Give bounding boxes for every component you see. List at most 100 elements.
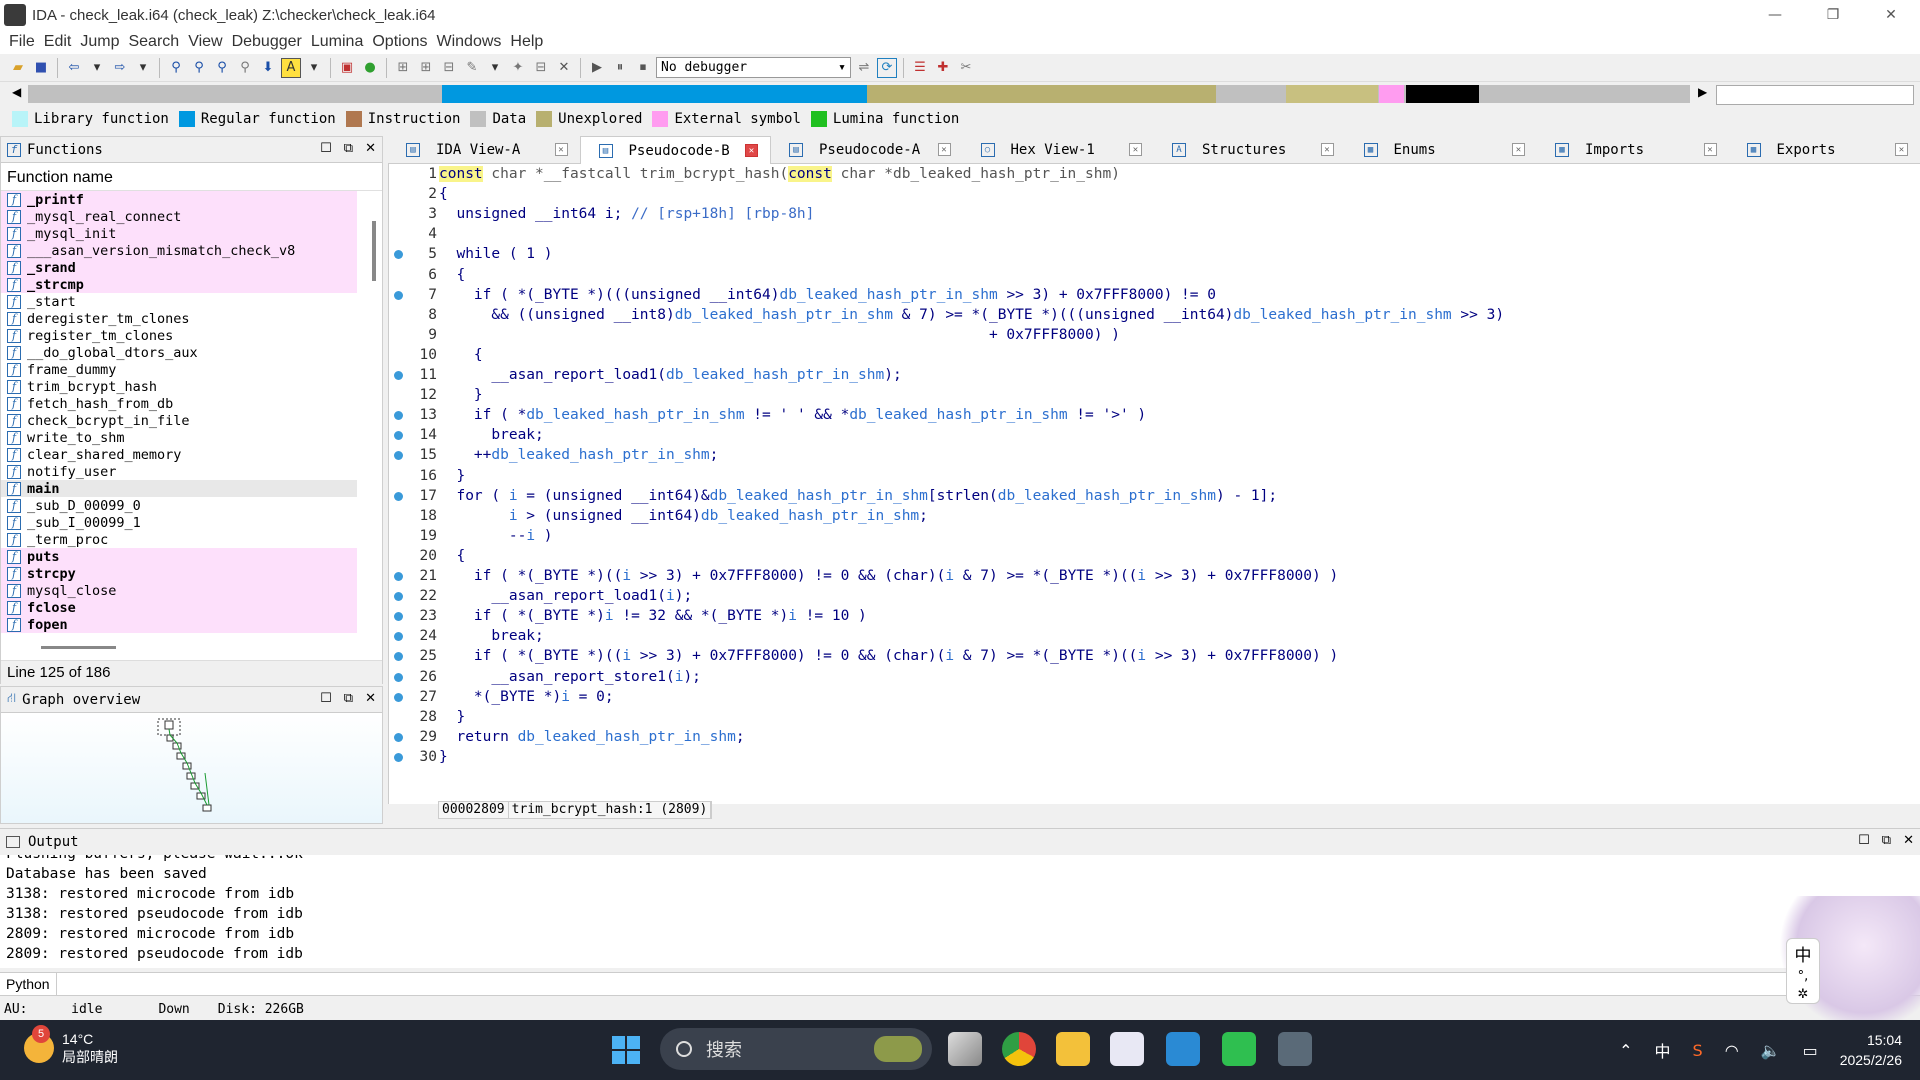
code-line[interactable]: 14 break; [389,425,1920,445]
code-line[interactable]: 28 } [389,707,1920,727]
code-line[interactable]: 30} [389,747,1920,767]
taskbar-search[interactable]: 搜索 [660,1028,932,1070]
code-line[interactable]: 25 if ( *(_BYTE *)((i >> 3) + 0x7FFF8000… [389,646,1920,666]
chrome-icon[interactable] [1002,1032,1036,1066]
search-text-icon[interactable]: ⚲ [189,58,209,78]
chevron-down-icon[interactable]: ▾ [87,58,107,78]
function-row[interactable]: f _term_proc [1,531,357,548]
code-line[interactable]: 27 *(_BYTE *)i = 0; [389,687,1920,707]
code-line[interactable]: 10 { [389,345,1920,365]
close-icon[interactable]: ✕ [365,691,376,706]
volume-icon[interactable]: 🔈 [1761,1041,1781,1060]
breakpoint-dot-icon[interactable] [394,752,403,762]
close-tab-icon[interactable]: ✕ [745,144,758,157]
maximize-icon[interactable]: ☐ [320,141,332,156]
function-row[interactable]: f frame_dummy [1,361,357,378]
menu-help[interactable]: Help [510,33,543,51]
plugin-icon[interactable]: ✦ [508,58,528,78]
code-line[interactable]: 15 ++db_leaked_hash_ptr_in_shm; [389,445,1920,465]
add-breakpoint-icon[interactable]: ✚ [933,58,953,78]
binoculars-icon[interactable]: ⚲ [166,58,186,78]
function-row[interactable]: f _sub_D_00099_0 [1,497,357,514]
debugger-select[interactable]: No debugger ▾ [656,57,851,78]
breakpoint-dot-icon[interactable] [394,431,403,441]
close-tab-icon[interactable]: ✕ [1895,143,1908,156]
code-line[interactable]: 11 __asan_report_load1(db_leaked_hash_pt… [389,365,1920,385]
function-row[interactable]: f ___asan_version_mismatch_check_v8 [1,242,357,259]
wifi-icon[interactable]: ◠ [1725,1041,1739,1060]
maximize-icon[interactable]: ☐ [1858,833,1870,848]
function-row[interactable]: f write_to_shm [1,429,357,446]
menu-windows[interactable]: Windows [436,33,501,51]
function-row[interactable]: f main [1,480,357,497]
close-tab-icon[interactable]: ✕ [1512,143,1525,156]
code-line[interactable]: 16 } [389,466,1920,486]
breakpoint-dot-icon[interactable] [394,250,403,260]
breakpoint-dot-icon[interactable] [394,672,403,682]
clock[interactable]: 15:04 2025/2/26 [1840,1030,1902,1070]
function-row[interactable]: f _printf [1,191,357,208]
function-row[interactable]: f __do_global_dtors_aux [1,344,357,361]
menu-edit[interactable]: Edit [44,33,72,51]
function-row[interactable]: f fetch_hash_from_db [1,395,357,412]
breakpoint-dot-icon[interactable] [394,371,403,380]
back-arrow-icon[interactable]: ⇦ [64,58,84,78]
breakpoint-dot-icon[interactable] [394,592,403,602]
navigation-strip[interactable] [28,85,1690,103]
wechat-app-icon[interactable] [1222,1032,1256,1066]
code-line[interactable]: 1 const char *__fastcall trim_bcrypt_hash… [389,164,1920,184]
breakpoint-dot-icon[interactable] [394,632,403,642]
function-name-column[interactable]: Function name [1,163,382,191]
weather-widget[interactable]: 5 14°C 局部晴朗 [24,1025,118,1066]
maximize-icon[interactable]: ☐ [320,691,332,706]
breakpoint-dot-icon[interactable] [394,411,403,421]
tab-pseudocode-a[interactable]: ▤ Pseudocode-A ✕ [771,136,963,164]
close-tab-icon[interactable]: ✕ [937,143,951,156]
code-line[interactable]: 24 break; [389,626,1920,646]
code-line[interactable]: 29 return db_leaked_hash_ptr_in_shm; [389,727,1920,747]
breakpoint-dot-icon[interactable] [394,572,403,581]
proc-icon[interactable]: ⊞ [393,58,413,78]
functions-scrollbar[interactable] [372,221,376,281]
code-line[interactable]: 17 for ( i = (unsigned __int64)&db_leake… [389,486,1920,506]
graph-view-icon[interactable]: ▣ [337,58,357,78]
python-language-button[interactable]: Python [0,973,57,995]
breakpoint-dot-icon[interactable] [394,491,403,501]
menu-search[interactable]: Search [128,33,179,51]
ida-taskbar-icon[interactable] [1278,1032,1312,1066]
breakpoint-dot-icon[interactable] [394,652,403,662]
close-tab-icon[interactable]: ✕ [1320,143,1334,156]
code-line[interactable]: 21 if ( *(_BYTE *)((i >> 3) + 0x7FFF8000… [389,566,1920,586]
function-row[interactable]: f clear_shared_memory [1,446,357,463]
float-icon[interactable]: ⧉ [344,691,353,706]
tab-pseudocode-b[interactable]: ▤ Pseudocode-B ✕ [579,136,771,164]
close-icon[interactable]: ✕ [1903,833,1914,848]
search-binary-icon[interactable]: ⚲ [212,58,232,78]
task-view-icon[interactable] [948,1032,982,1066]
maximize-button[interactable]: ❐ [1804,0,1862,30]
patch-icon[interactable]: ✎ [462,58,482,78]
nav-right-icon[interactable]: ▶ [1698,85,1707,99]
float-icon[interactable]: ⧉ [1882,833,1891,848]
chevron-up-icon[interactable]: ⌃ [1619,1041,1632,1060]
function-row[interactable]: f notify_user [1,463,357,480]
function-row[interactable]: f fopen [1,616,357,633]
code-line[interactable]: 22 __asan_report_load1(i); [389,586,1920,606]
jump-down-icon[interactable]: ⬇ [258,58,278,78]
green-circle-icon[interactable]: ● [360,58,380,78]
breakpoint-dot-icon[interactable] [394,290,403,300]
remove-breakpoint-icon[interactable]: ✂ [956,58,976,78]
function-row[interactable]: f strcpy [1,565,357,582]
pseudocode-view[interactable]: 1 const char *__fastcall trim_bcrypt_hash… [388,164,1920,804]
ime-floating-toolbar[interactable]: 中 °, ✲ [1786,938,1820,1004]
function-row[interactable]: f trim_bcrypt_hash [1,378,357,395]
battery-icon[interactable]: ▭ [1803,1041,1818,1060]
chevron-down-icon[interactable]: ▾ [304,58,324,78]
close-button[interactable]: ✕ [1862,0,1920,30]
code-line[interactable]: 8 && ((unsigned __int8)db_leaked_hash_pt… [389,305,1920,325]
code-line[interactable]: 23 if ( *(_BYTE *)i != 32 && *(_BYTE *)i… [389,606,1920,626]
code-line[interactable]: 18 i > (unsigned __int64)db_leaked_hash_… [389,506,1920,526]
menu-file[interactable]: File [9,33,35,51]
file-explorer-icon[interactable] [1056,1032,1090,1066]
function-row[interactable]: f puts [1,548,357,565]
